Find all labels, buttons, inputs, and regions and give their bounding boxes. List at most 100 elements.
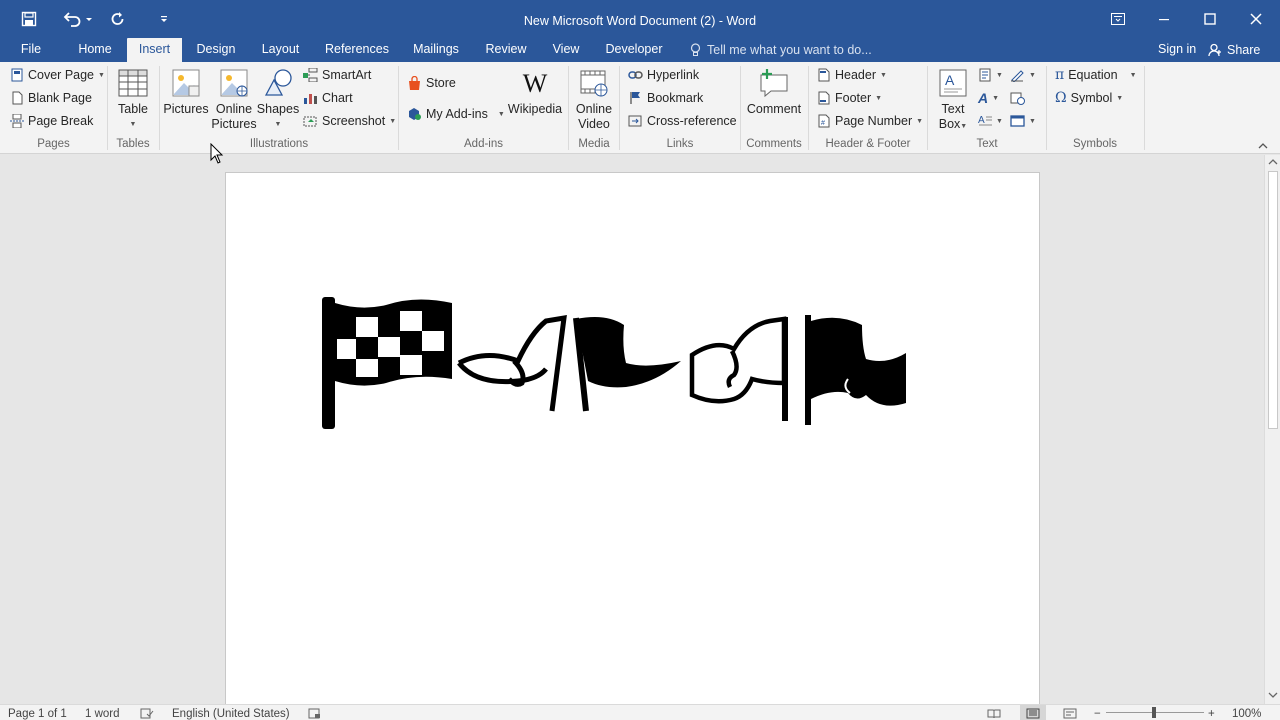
- table-icon: [117, 66, 149, 100]
- share-button[interactable]: Share: [1208, 38, 1260, 62]
- date-time-button[interactable]: [1010, 88, 1025, 108]
- tab-mailings[interactable]: Mailings: [406, 38, 466, 62]
- print-layout-icon[interactable]: [1020, 705, 1046, 720]
- tab-design[interactable]: Design: [190, 38, 242, 62]
- header-icon: [818, 68, 830, 82]
- symbol-button[interactable]: Ω Symbol ▼: [1055, 88, 1123, 108]
- screenshot-button[interactable]: Screenshot ▼: [303, 111, 396, 131]
- header-label: Header: [835, 68, 876, 82]
- waving-flags-outline-icon: [457, 314, 589, 412]
- language[interactable]: English (United States): [172, 708, 290, 720]
- bookmark-flag-icon: [630, 92, 640, 104]
- scroll-up-icon[interactable]: [1268, 158, 1278, 166]
- proofing-icon[interactable]: [140, 708, 154, 720]
- cross-reference-button[interactable]: Cross-reference: [628, 111, 737, 131]
- table-button[interactable]: Table ▼: [113, 66, 153, 132]
- svg-text:#: #: [821, 120, 825, 127]
- close-icon[interactable]: [1233, 0, 1279, 38]
- footer-button[interactable]: Footer ▼: [817, 88, 882, 108]
- chart-label: Chart: [322, 91, 353, 105]
- signature-line-icon: [1011, 70, 1024, 82]
- pictures-button[interactable]: Pictures: [163, 66, 209, 117]
- my-addins-button[interactable]: My Add-ins ▼: [407, 104, 505, 124]
- zoom-out-icon[interactable]: −: [1094, 708, 1101, 720]
- page-count[interactable]: Page 1 of 1: [8, 708, 67, 720]
- comment-button[interactable]: Comment: [744, 66, 804, 117]
- comment-label: Comment: [746, 102, 802, 116]
- bookmark-button[interactable]: Bookmark: [628, 88, 703, 108]
- tab-insert[interactable]: Insert: [127, 38, 182, 62]
- group-divider: [1144, 66, 1145, 150]
- save-icon[interactable]: [13, 0, 45, 38]
- shapes-button[interactable]: Shapes ▼: [257, 66, 299, 132]
- zoom-in-icon[interactable]: +: [1208, 708, 1215, 720]
- wordart-button[interactable]: A ▼: [978, 88, 999, 108]
- tab-home[interactable]: Home: [70, 38, 120, 62]
- tab-file[interactable]: File: [12, 38, 50, 62]
- person-icon: [1208, 43, 1221, 57]
- black-flag-icon: [576, 317, 681, 388]
- tell-me-text: Tell me what you want to do...: [707, 43, 872, 57]
- document-canvas: [0, 155, 1264, 704]
- macro-record-icon[interactable]: [308, 708, 322, 720]
- tab-review[interactable]: Review: [478, 38, 534, 62]
- group-label-addins: Add-ins: [464, 138, 503, 150]
- quick-parts-button[interactable]: ▼: [978, 65, 1003, 85]
- page-number-button[interactable]: # Page Number ▼: [817, 111, 923, 131]
- blank-page-icon: [12, 91, 23, 105]
- tab-developer[interactable]: Developer: [600, 38, 668, 62]
- web-layout-icon[interactable]: [1063, 708, 1077, 720]
- header-button[interactable]: Header ▼: [817, 65, 887, 85]
- minimize-icon[interactable]: [1141, 0, 1187, 38]
- ribbon-insert: Cover Page ▼ Blank Page Page Break Pages …: [0, 62, 1280, 154]
- scrollbar-thumb[interactable]: [1268, 171, 1278, 429]
- hyperlink-button[interactable]: Hyperlink: [628, 65, 699, 85]
- smartart-icon: [303, 68, 318, 82]
- text-box-button[interactable]: A Text Box▼: [933, 66, 973, 134]
- blank-page-button[interactable]: Blank Page: [10, 88, 92, 108]
- insert-object-button[interactable]: ▼: [1010, 111, 1036, 131]
- blank-page-label: Blank Page: [28, 91, 92, 105]
- word-count[interactable]: 1 word: [85, 708, 120, 720]
- pi-icon: π: [1055, 67, 1065, 83]
- cover-page-label: Cover Page: [28, 68, 95, 82]
- drop-cap-button[interactable]: A ▼: [978, 111, 1003, 131]
- page-number-icon: #: [818, 114, 830, 128]
- document-page[interactable]: [225, 172, 1040, 704]
- collapse-ribbon-icon[interactable]: [1257, 136, 1269, 156]
- tab-layout[interactable]: Layout: [253, 38, 308, 62]
- scroll-down-icon[interactable]: [1268, 691, 1278, 699]
- ribbon-display-options-icon[interactable]: [1095, 0, 1141, 38]
- store-button[interactable]: Store: [407, 73, 456, 93]
- undo-icon[interactable]: [58, 0, 96, 38]
- zoom-slider-thumb[interactable]: [1152, 707, 1156, 718]
- customize-qat-icon[interactable]: [148, 0, 180, 38]
- maximize-icon[interactable]: [1187, 0, 1233, 38]
- signature-line-button[interactable]: ▼: [1010, 65, 1036, 85]
- zoom-level[interactable]: 100%: [1232, 708, 1261, 720]
- bookmark-label: Bookmark: [647, 91, 704, 105]
- smartart-button[interactable]: SmartArt: [303, 65, 371, 85]
- group-label-tables: Tables: [116, 138, 150, 150]
- wikipedia-button[interactable]: W Wikipedia: [506, 66, 564, 117]
- cover-page-button[interactable]: Cover Page ▼: [10, 65, 105, 85]
- vertical-scrollbar[interactable]: [1264, 155, 1280, 704]
- pictures-icon: [170, 66, 202, 100]
- chart-button[interactable]: Chart: [303, 88, 353, 108]
- equation-button[interactable]: π Equation ▼: [1055, 65, 1137, 85]
- tell-me-box[interactable]: Tell me what you want to do...: [690, 38, 872, 62]
- online-video-button[interactable]: Online Video: [572, 66, 616, 132]
- tab-references[interactable]: References: [320, 38, 394, 62]
- shapes-label: Shapes: [256, 102, 300, 116]
- wordart-icon: A: [978, 90, 989, 106]
- group-label-text: Text: [976, 138, 998, 150]
- page-break-button[interactable]: Page Break: [10, 111, 93, 131]
- svg-text:A: A: [945, 72, 955, 88]
- redo-icon[interactable]: [102, 0, 134, 38]
- read-mode-icon[interactable]: [987, 708, 1001, 720]
- smartart-label: SmartArt: [322, 68, 372, 82]
- sign-in-link[interactable]: Sign in: [1158, 38, 1196, 60]
- ribbon-tabs: File Home Insert Design Layout Reference…: [0, 38, 1280, 62]
- online-pictures-button[interactable]: Online Pictures: [211, 66, 257, 132]
- tab-view[interactable]: View: [545, 38, 587, 62]
